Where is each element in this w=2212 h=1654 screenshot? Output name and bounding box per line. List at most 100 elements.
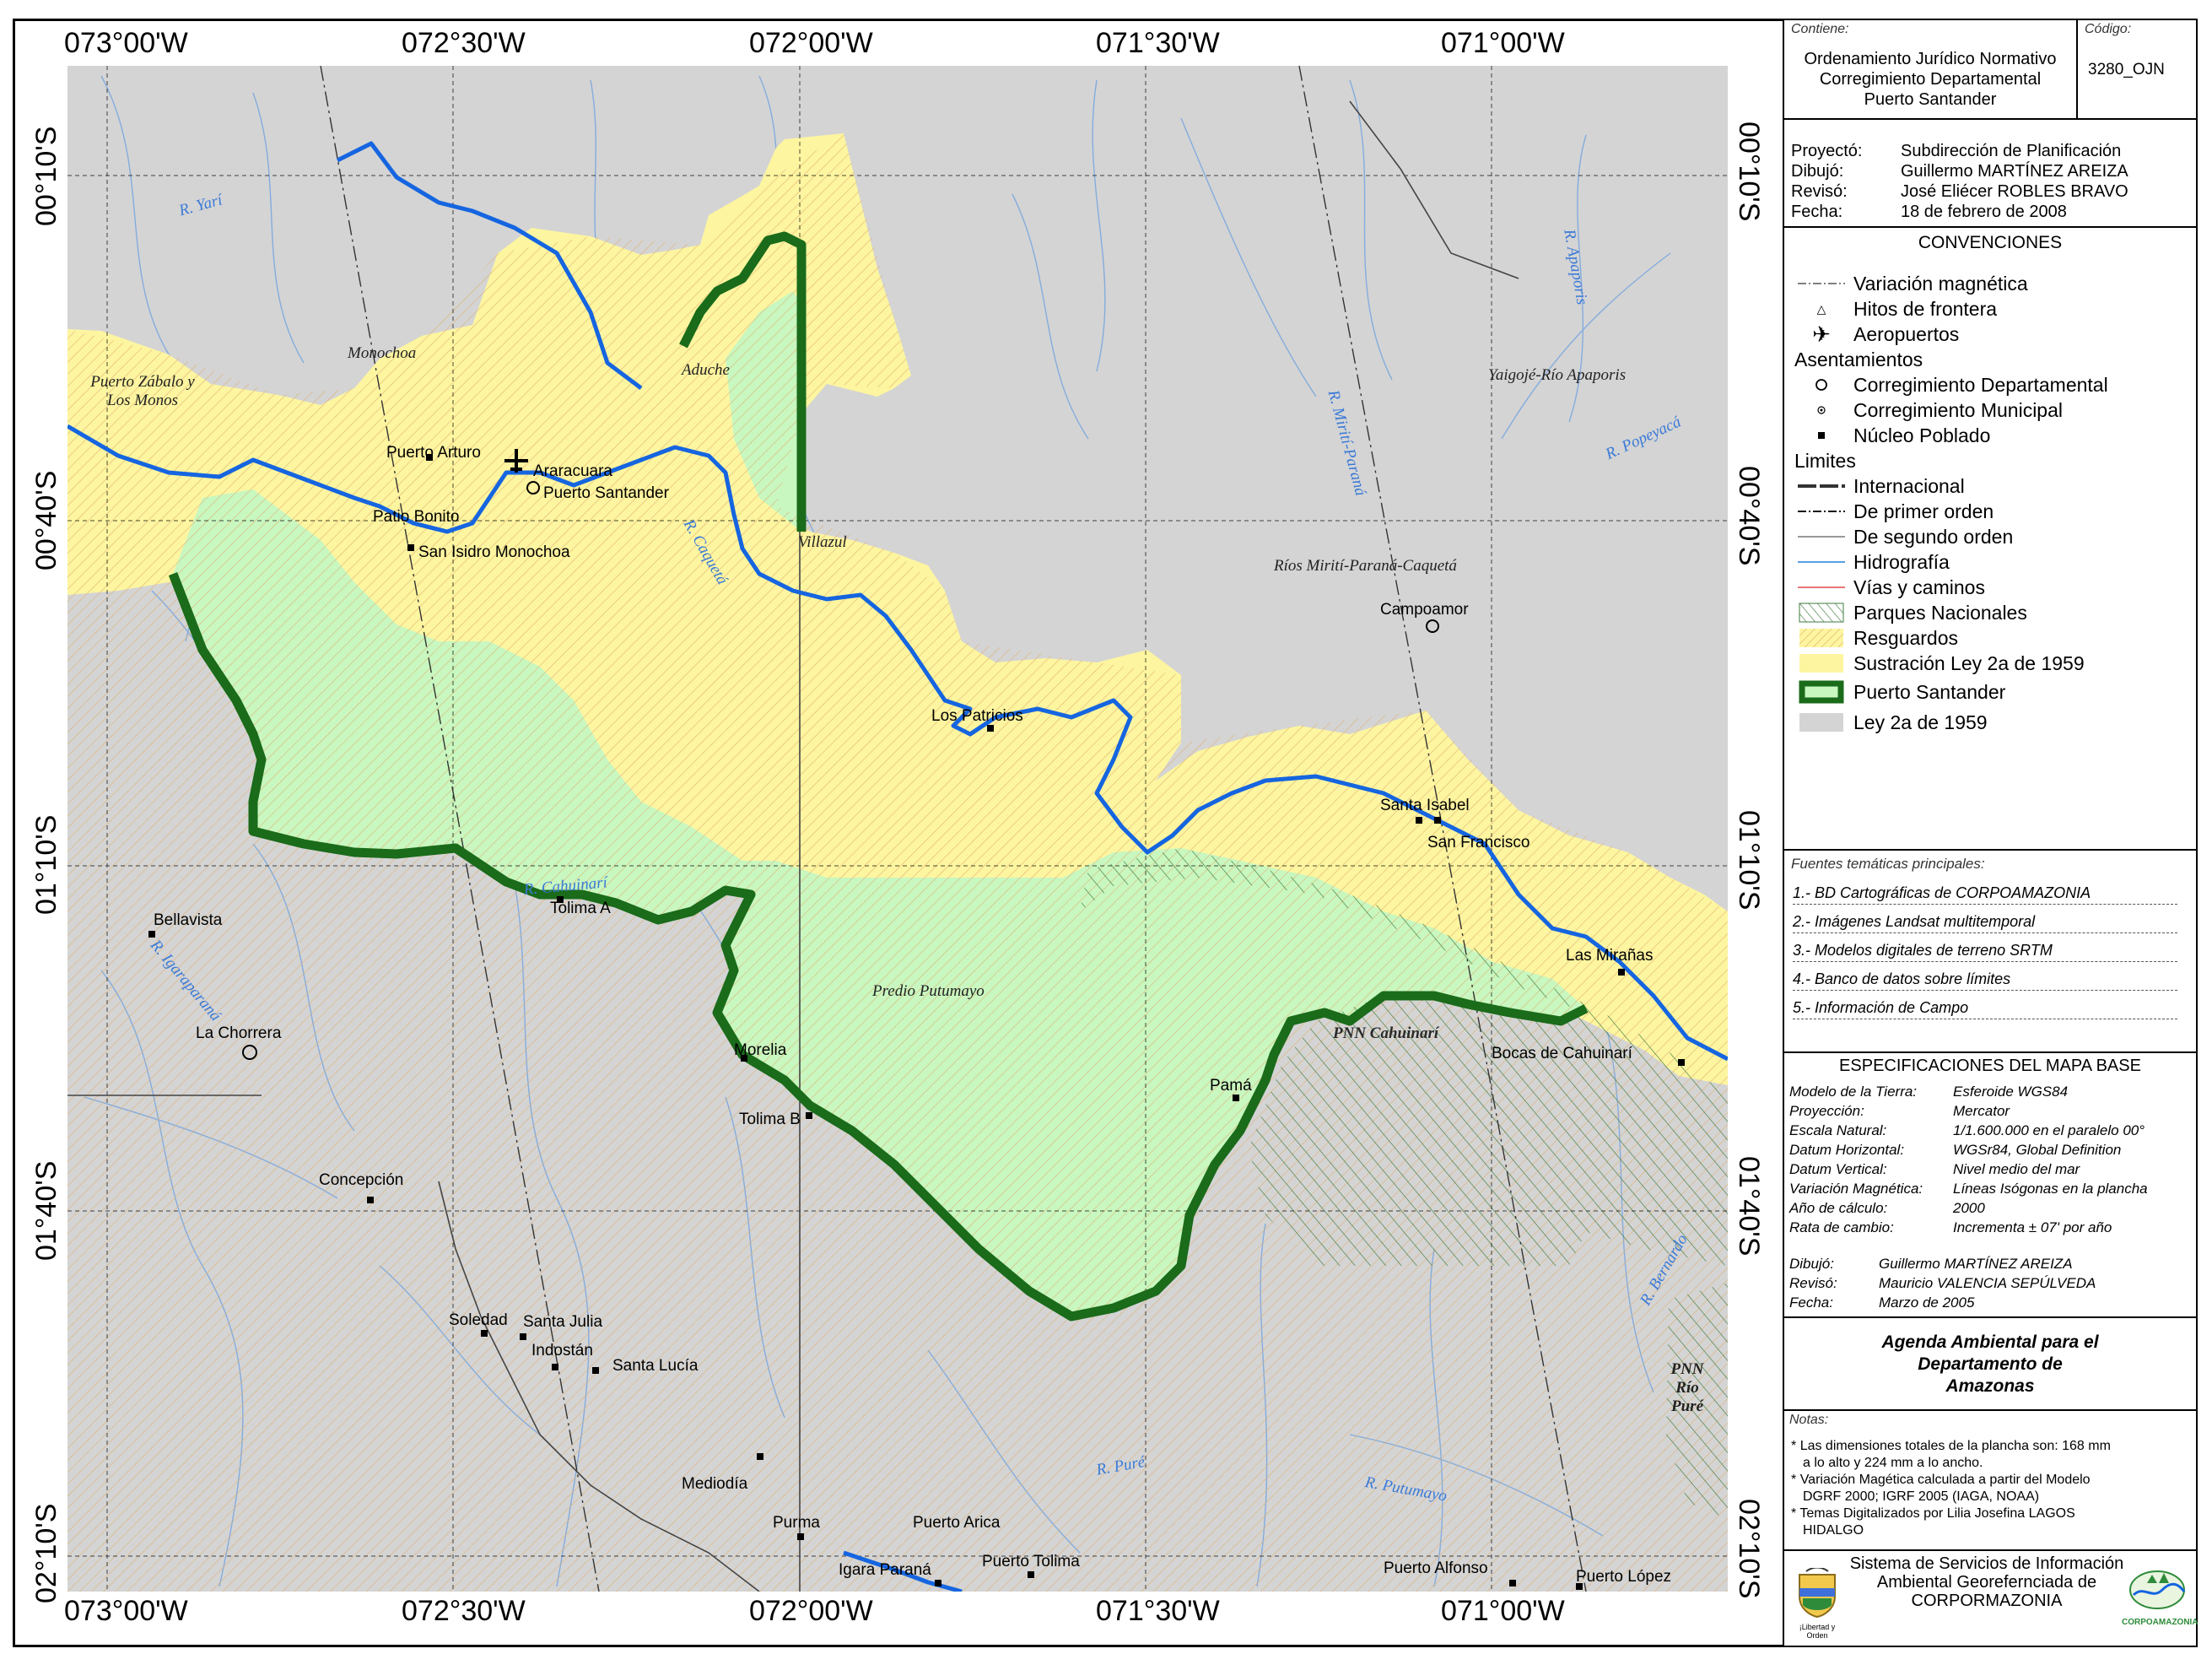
place-tolima-b[interactable]: Tolima B [739,1111,801,1129]
place-las-miranas[interactable]: Las Mirañas [1566,947,1654,965]
place-puerto-arturo[interactable]: Puerto Arturo [386,444,481,462]
spec-val-4: WGSr84, Global Definition [1953,1142,2122,1158]
place-puerto-tolima[interactable]: Puerto Tolima [982,1553,1080,1571]
legend-ley2: Ley 2a de 1959 [1798,711,1988,734]
place-purma[interactable]: Purma [773,1514,820,1532]
map-title-line-2: Corregimiento Departamental [1819,70,2042,89]
place-concepcion[interactable]: Concepción [319,1171,403,1190]
spec-credit-key-3: Fecha: [1789,1295,1833,1311]
place-bocas-de-cahuinari[interactable]: Bocas de Cahuinarí [1492,1045,1632,1063]
spec-credit-val-2: Mauricio VALENCIA SEPÚLVEDA [1879,1275,2096,1291]
source-4: 4.- Banco de datos sobre límites [1793,970,2177,991]
project-val-1: Subdirección de Planificación [1901,142,2122,160]
place-san-francisco[interactable]: San Francisco [1427,834,1530,852]
bottom-lon-label-5: 071°00'W [1441,1595,1565,1627]
corpoamazonia-logo: CORPOAMAZONIA [2122,1566,2199,1634]
spec-credit-val-3: Marzo de 2005 [1879,1295,1975,1311]
place-santa-isabel[interactable]: Santa Isabel [1380,797,1470,815]
project-key-3: Revisó: [1791,182,1848,201]
note-1: Las dimensiones totales de la plancha so… [1799,1439,2111,1453]
project-val-3: José Eliécer ROBLES BRAVO [1901,182,2128,201]
shield-caption: ¡Libertad y Orden [1799,1623,1836,1640]
right-lat-label-2: 00°40'S [1733,466,1765,566]
left-lat-label-3: 01°10'S [30,814,62,915]
footer-line-2: Ambiental Georefernciada de [1876,1573,2097,1592]
agenda-block: Agenda Ambiental para el Departamento de… [1783,1316,2198,1411]
notes-block: Notas: * Las dimensiones totales de la p… [1783,1409,2198,1551]
place-santa-lucia[interactable]: Santa Lucía [612,1357,698,1376]
title-block: Contiene: Código: Ordenamiento Jurídico … [1783,19,2198,120]
place-bellavista[interactable]: Bellavista [154,911,222,930]
source-5: 5.- Información de Campo [1793,999,2177,1019]
area-rios-miriti-parana-caqueta[interactable]: Ríos Mirití-Paraná-Caquetá [1274,557,1457,576]
legend-airports: ✈ Aeropuertos [1798,321,1959,347]
place-pama[interactable]: Pamá [1210,1077,1252,1095]
area-yaigoje-rio-apaporis[interactable]: Yaigojé-Río Apaporis [1488,366,1626,385]
left-lat-label-1: 00°10'S [30,126,62,226]
spec-credit-val-1: Guillermo MARTÍNEZ AREIZA [1879,1256,2073,1272]
map-sidebar: Contiene: Código: Ordenamiento Jurídico … [1783,19,2199,1647]
footer-block: ¡Libertad y Orden Sistema de Servicios d… [1783,1549,2199,1647]
spec-key-7: Año de cálculo: [1789,1200,1888,1216]
place-san-isidro-monochoa[interactable]: San Isidro Monochoa [418,543,570,562]
place-puerto-alfonso[interactable]: Puerto Alfonso [1384,1559,1488,1578]
place-patio-bonito[interactable]: Patio Bonito [373,508,459,527]
right-lat-label-1: 00°10'S [1733,122,1765,222]
place-campoamor[interactable]: Campoamor [1380,601,1469,619]
agenda-line-2: Departamento de [1918,1354,2063,1374]
specifications-block: ESPECIFICACIONES DEL MAPA BASE Modelo de… [1783,1051,2198,1318]
top-lon-label-1: 073°00'W [64,27,188,59]
legend-settlements-heading: Asentamientos [1794,348,1923,370]
spec-val-3: 1/1.600.000 en el paralelo 00° [1953,1122,2145,1138]
place-puerto-arica[interactable]: Puerto Arica [913,1514,1001,1532]
notes-list: * Las dimensiones totales de la plancha … [1791,1439,2111,1538]
area-predio-putumayo[interactable]: Predio Putumayo [872,982,985,1001]
source-1: 1.- BD Cartográficas de CORPOAMAZONIA [1793,884,2177,905]
right-lat-label-3: 01°10'S [1733,810,1765,911]
note-1b: a lo alto y 224 mm a lo ancho. [1803,1456,1983,1470]
map-title-line-3: Puerto Santander [1864,90,1997,109]
spec-val-2: Mercator [1953,1103,2010,1119]
area-pnn-rio-pure[interactable]: PNN Río Puré [1662,1360,1713,1416]
area-villazul[interactable]: Villazul [798,533,847,552]
place-tolima-a[interactable]: Tolima A [550,900,611,918]
area-monochoa[interactable]: Monochoa [348,344,416,363]
place-puerto-santander[interactable]: Puerto Santander [543,484,669,503]
place-puerto-lopez[interactable]: Puerto López [1576,1568,1671,1586]
place-araracuara[interactable]: Araracuara [533,462,612,481]
place-los-patricios[interactable]: Los Patricios [931,707,1023,726]
footer-line-1: Sistema de Servicios de Información [1849,1554,2124,1573]
left-lat-label-2: 00°40'S [30,470,62,570]
place-morelia[interactable]: Morelia [734,1041,786,1060]
footer-line-3: CORPORMAZONIA [1911,1592,2063,1610]
top-lon-label-2: 072°30'W [402,27,526,59]
sources-block: Fuentes temáticas principales: 1.- BD Ca… [1783,849,2198,1053]
area-pnn-cahuinari[interactable]: PNN Cahuinarí [1333,1024,1438,1043]
legend-block: Proyectó: Subdirección de Planificación … [1783,118,2198,851]
airplane-legend-icon: ✈ [1812,321,1831,347]
map-title: Ordenamiento Jurídico Normativo Corregim… [1784,49,2076,110]
place-la-chorrera[interactable]: La Chorrera [196,1024,281,1043]
place-mediodia[interactable]: Mediodía [682,1475,747,1494]
legend-puerto-santander: Puerto Santander [1798,680,2005,704]
code-label: Código: [2085,22,2132,36]
bottom-lon-label-3: 072°00'W [749,1595,873,1627]
legend-limits-heading: Limites [1794,449,1856,472]
spec-val-1: Esferoide WGS84 [1953,1084,2069,1100]
place-igara-parana[interactable]: Igara Paraná [839,1561,931,1580]
spec-key-8: Rata de cambio: [1789,1219,1894,1235]
place-soledad[interactable]: Soledad [449,1311,508,1330]
place-indostan[interactable]: Indostán [531,1342,593,1360]
agenda-line-1: Agenda Ambiental para el [1881,1332,2099,1352]
map-code: 3280_OJN [2088,61,2165,78]
project-key-2: Dibujó: [1791,162,1844,181]
legend-corregimiento-municipal: Corregimiento Municipal [1798,398,2063,422]
area-aduche[interactable]: Aduche [682,361,730,380]
place-santa-julia[interactable]: Santa Julia [523,1313,602,1332]
right-lat-label-4: 01°40'S [1733,1156,1765,1257]
project-val-4: 18 de febrero de 2008 [1901,203,2067,221]
notes-title: Notas: [1789,1413,1829,1427]
area-puerto-zabalo[interactable]: Puerto Zábalo y Los Monos [79,373,206,410]
top-lon-label-4: 071°30'W [1096,27,1220,59]
legend-magnetic-variation: Variación magnética [1798,272,2028,295]
